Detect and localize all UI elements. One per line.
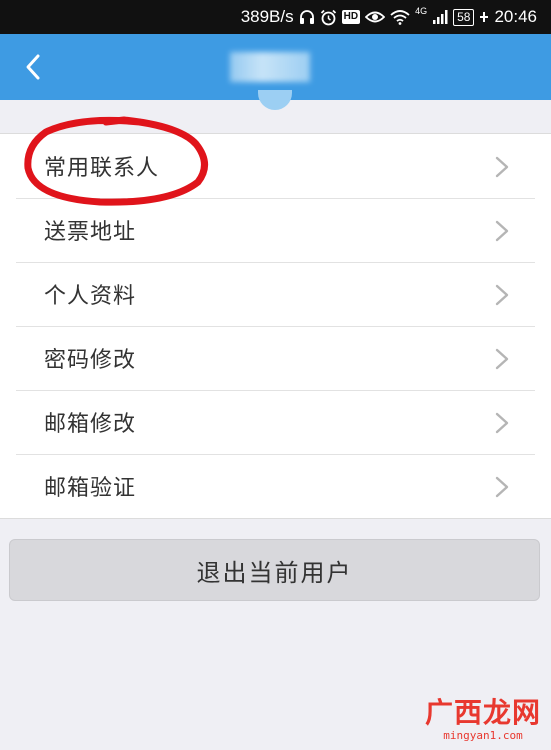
watermark: 广西龙网 mingyan1.com [424,696,541,743]
chevron-left-icon [26,54,40,80]
status-bar: 389B/s HD 4G 58 20:46 [0,0,551,34]
list-item-frequent-contacts[interactable]: 常用联系人 [0,134,551,198]
battery-icon: 58 [453,8,475,26]
list-item-profile[interactable]: 个人资料 [0,262,551,326]
list-item-change-password[interactable]: 密码修改 [0,326,551,390]
clock-time: 20:46 [494,7,537,26]
list-item-label: 常用联系人 [44,156,160,181]
settings-list: 常用联系人 送票地址 个人资料 密码修改 邮箱修改 邮箱验证 [0,133,551,519]
logout-button[interactable]: 退出当前用户 [9,539,540,601]
chevron-right-icon [495,284,509,306]
chevron-right-icon [495,156,509,178]
list-item-change-email[interactable]: 邮箱修改 [0,390,551,454]
nav-tab-indicator [258,90,292,110]
list-item-ticket-address[interactable]: 送票地址 [0,198,551,262]
alarm-icon [320,9,337,26]
list-item-verify-email[interactable]: 邮箱验证 [0,454,551,518]
chevron-right-icon [495,220,509,242]
back-button[interactable] [18,52,48,82]
signal-icon [432,9,448,25]
network-type: 4G [415,6,428,16]
watermark-title: 广西龙网 [424,696,541,729]
headphones-icon [299,9,315,25]
list-item-label: 邮箱修改 [44,412,137,437]
wifi-icon [390,9,410,25]
list-item-label: 密码修改 [44,348,137,373]
eye-icon [365,10,386,24]
charging-icon [479,11,489,23]
chevron-right-icon [495,348,509,370]
list-item-label: 送票地址 [44,220,137,245]
list-item-label: 个人资料 [44,284,137,309]
watermark-url: mingyan1.com [443,729,523,742]
list-item-label: 邮箱验证 [44,476,137,501]
chevron-right-icon [495,412,509,434]
hd-icon: HD [341,10,361,24]
network-speed: 389B/s [240,7,294,26]
chevron-right-icon [495,476,509,498]
blurred-page-title [230,52,310,82]
